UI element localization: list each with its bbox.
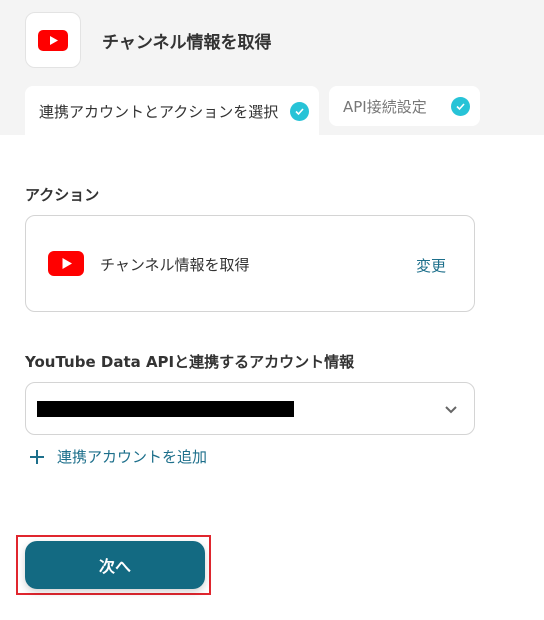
action-card: チャンネル情報を取得 変更 bbox=[25, 215, 475, 312]
chevron-down-icon bbox=[445, 406, 457, 414]
youtube-icon bbox=[38, 29, 68, 51]
page-title: チャンネル情報を取得 bbox=[102, 33, 272, 53]
action-section-label: アクション bbox=[25, 186, 100, 204]
redacted-account-value bbox=[37, 401, 294, 417]
youtube-icon bbox=[48, 251, 84, 276]
plus-icon bbox=[30, 449, 44, 464]
next-button[interactable]: 次へ bbox=[25, 541, 205, 589]
tab-api-settings[interactable]: API接続設定 bbox=[329, 86, 480, 126]
account-select[interactable] bbox=[25, 382, 475, 435]
change-action-link[interactable]: 変更 bbox=[416, 255, 446, 276]
app-icon-box bbox=[25, 12, 81, 68]
check-icon bbox=[290, 101, 309, 121]
add-account-label: 連携アカウントを追加 bbox=[57, 448, 208, 466]
action-name: チャンネル情報を取得 bbox=[100, 256, 250, 274]
tab-account-action[interactable]: 連携アカウントとアクションを選択 bbox=[25, 86, 319, 136]
add-account-link[interactable]: 連携アカウントを追加 bbox=[28, 446, 207, 467]
tab-label: 連携アカウントとアクションを選択 bbox=[39, 102, 279, 121]
tab-label: API接続設定 bbox=[343, 97, 427, 116]
check-icon bbox=[451, 96, 470, 116]
account-section-label: YouTube Data APIと連携するアカウント情報 bbox=[25, 353, 355, 371]
